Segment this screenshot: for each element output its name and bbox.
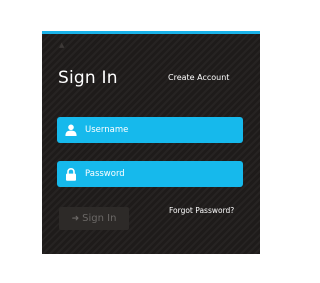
arrow-right-icon: ➜: [71, 213, 80, 224]
lock-icon: [57, 161, 85, 187]
sign-in-button-label: Sign In: [82, 213, 117, 224]
password-input[interactable]: [85, 164, 235, 184]
forgot-password-link[interactable]: Forgot Password?: [169, 206, 234, 216]
sign-in-card: ▲ Sign In Create Account ➜ Sign In Forgo…: [42, 31, 260, 254]
create-account-link[interactable]: Create Account: [168, 73, 229, 83]
corner-marker-icon: ▲: [59, 41, 65, 49]
username-field[interactable]: [57, 117, 243, 143]
user-icon: [57, 117, 85, 143]
page-title: Sign In: [58, 68, 118, 88]
sign-in-button[interactable]: ➜ Sign In: [59, 207, 129, 230]
password-field[interactable]: [57, 161, 243, 187]
username-input[interactable]: [85, 120, 235, 140]
